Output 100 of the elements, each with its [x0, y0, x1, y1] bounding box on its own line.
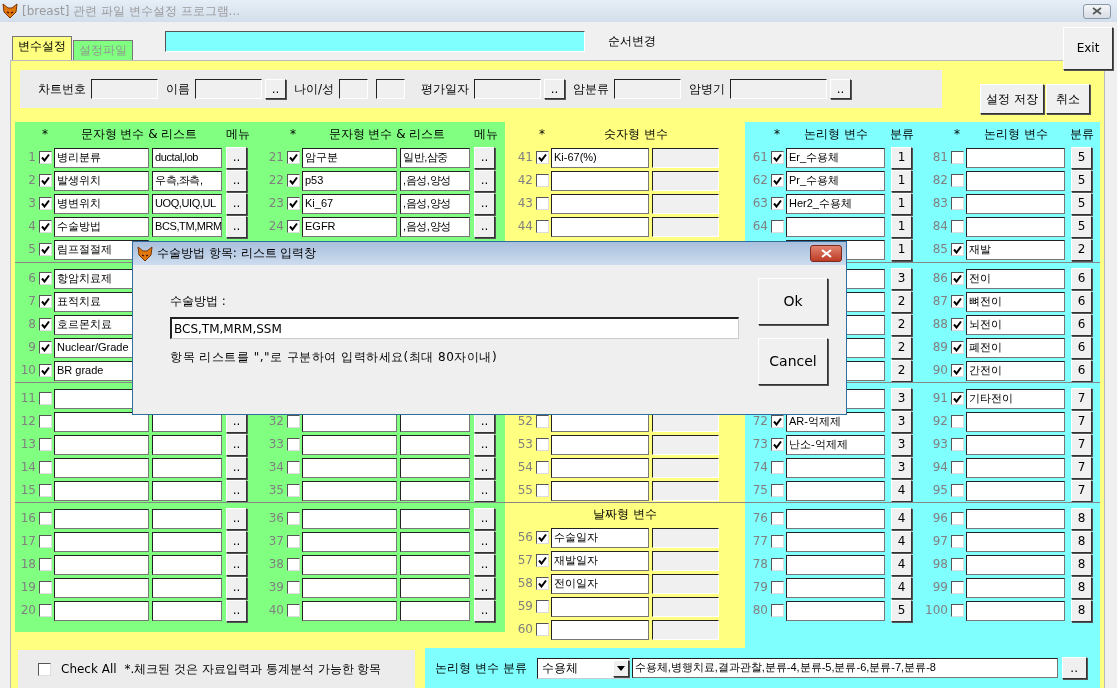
- checkbox[interactable]: [951, 535, 964, 548]
- checkbox[interactable]: [39, 220, 52, 233]
- variable-name-field[interactable]: 재발: [966, 239, 1065, 260]
- checkbox[interactable]: [287, 558, 300, 571]
- variable-name-field[interactable]: [551, 434, 649, 455]
- variable-name-field[interactable]: [302, 554, 397, 575]
- checkbox[interactable]: [39, 197, 52, 210]
- variable-name-field[interactable]: [302, 480, 397, 501]
- checkbox[interactable]: [771, 484, 784, 497]
- cancel-button[interactable]: 취소: [1046, 84, 1090, 114]
- list-button[interactable]: ..: [226, 192, 247, 215]
- checkbox[interactable]: [39, 415, 52, 428]
- checkbox[interactable]: [951, 220, 964, 233]
- category-button[interactable]: 8: [1071, 530, 1092, 553]
- checkbox[interactable]: [536, 531, 549, 544]
- checkbox[interactable]: [951, 581, 964, 594]
- ok-button[interactable]: Ok: [758, 278, 828, 325]
- input-field[interactable]: [652, 573, 719, 594]
- checkbox[interactable]: [536, 415, 549, 428]
- category-button[interactable]: 8: [1071, 599, 1092, 622]
- list-field[interactable]: [400, 480, 470, 501]
- checkbox[interactable]: [771, 604, 784, 617]
- variable-name-field[interactable]: [54, 480, 149, 501]
- checkbox[interactable]: [951, 461, 964, 474]
- category-button[interactable]: 6: [1071, 359, 1092, 382]
- checkbox[interactable]: [39, 512, 52, 525]
- variable-name-field[interactable]: [786, 457, 885, 478]
- variable-name-field[interactable]: [966, 531, 1065, 552]
- list-field[interactable]: [400, 531, 470, 552]
- category-button[interactable]: 7: [1071, 387, 1092, 410]
- input-field[interactable]: [91, 79, 158, 99]
- list-button[interactable]: ..: [226, 507, 247, 530]
- variable-name-field[interactable]: 발생위치: [54, 170, 149, 191]
- category-dropdown[interactable]: 수용체: [536, 657, 630, 679]
- category-button[interactable]: 5: [1071, 169, 1092, 192]
- variable-name-field[interactable]: [966, 193, 1065, 214]
- exit-button[interactable]: Exit: [1063, 27, 1113, 70]
- variable-name-field[interactable]: [966, 480, 1065, 501]
- list-button[interactable]: ..: [226, 146, 247, 169]
- checkbox[interactable]: [951, 604, 964, 617]
- category-button[interactable]: 7: [1071, 456, 1092, 479]
- variable-name-field[interactable]: 수술일자: [551, 527, 649, 548]
- category-button[interactable]: 4: [891, 553, 912, 576]
- variable-name-field[interactable]: 전이: [966, 268, 1065, 289]
- variable-name-field[interactable]: [302, 457, 397, 478]
- input-field[interactable]: [652, 170, 719, 191]
- list-button[interactable]: ..: [226, 553, 247, 576]
- input-field[interactable]: [652, 619, 719, 640]
- checkbox[interactable]: [771, 512, 784, 525]
- variable-name-field[interactable]: 간전이: [966, 360, 1065, 381]
- order-field[interactable]: [165, 31, 585, 52]
- checkbox[interactable]: [287, 174, 300, 187]
- variable-name-field[interactable]: 폐전이: [966, 337, 1065, 358]
- variable-name-field[interactable]: [551, 170, 649, 191]
- category-button[interactable]: 7: [1071, 433, 1092, 456]
- list-field[interactable]: [400, 577, 470, 598]
- variable-name-field[interactable]: [786, 554, 885, 575]
- checkbox[interactable]: [536, 623, 549, 636]
- list-button[interactable]: ..: [474, 479, 495, 502]
- list-button[interactable]: ..: [474, 576, 495, 599]
- list-button[interactable]: ..: [474, 433, 495, 456]
- variable-name-field[interactable]: Her2_수용체: [786, 193, 885, 214]
- input-field[interactable]: [652, 527, 719, 548]
- variable-name-field[interactable]: EGFR: [302, 216, 397, 237]
- close-button[interactable]: [810, 245, 842, 262]
- checkbox[interactable]: [39, 174, 52, 187]
- variable-name-field[interactable]: [54, 531, 149, 552]
- list-button[interactable]: ..: [226, 479, 247, 502]
- category-button[interactable]: 1: [891, 146, 912, 169]
- variable-name-field[interactable]: [966, 147, 1065, 168]
- checkbox[interactable]: [39, 272, 52, 285]
- variable-name-field[interactable]: [302, 531, 397, 552]
- list-button[interactable]: ..: [474, 599, 495, 622]
- list-field[interactable]: ,음성,양성: [400, 193, 470, 214]
- checkbox[interactable]: [951, 512, 964, 525]
- input-field[interactable]: [339, 79, 369, 99]
- checkbox[interactable]: [287, 512, 300, 525]
- list-field[interactable]: [400, 554, 470, 575]
- checkbox[interactable]: [951, 438, 964, 451]
- list-field[interactable]: [400, 434, 470, 455]
- list-input-field[interactable]: BCS,TM,MRM,SSM: [170, 317, 739, 340]
- variable-name-field[interactable]: [786, 577, 885, 598]
- checkbox[interactable]: [39, 535, 52, 548]
- checkbox[interactable]: [287, 604, 300, 617]
- variable-name-field[interactable]: [966, 457, 1065, 478]
- browse-button[interactable]: ..: [830, 79, 852, 99]
- category-button[interactable]: 3: [891, 387, 912, 410]
- checkbox[interactable]: [771, 535, 784, 548]
- variable-name-field[interactable]: [966, 434, 1065, 455]
- list-button[interactable]: ..: [226, 599, 247, 622]
- variable-name-field[interactable]: [786, 216, 885, 237]
- list-button[interactable]: ..: [474, 169, 495, 192]
- variable-name-field[interactable]: 재발일자: [551, 550, 649, 571]
- variable-name-field[interactable]: Ki-67(%): [551, 147, 649, 168]
- category-button[interactable]: 1: [891, 192, 912, 215]
- list-field[interactable]: 우측,좌측,: [152, 170, 222, 191]
- category-button[interactable]: 4: [891, 507, 912, 530]
- input-field[interactable]: [652, 216, 719, 237]
- variable-name-field[interactable]: [786, 531, 885, 552]
- checkbox[interactable]: [536, 438, 549, 451]
